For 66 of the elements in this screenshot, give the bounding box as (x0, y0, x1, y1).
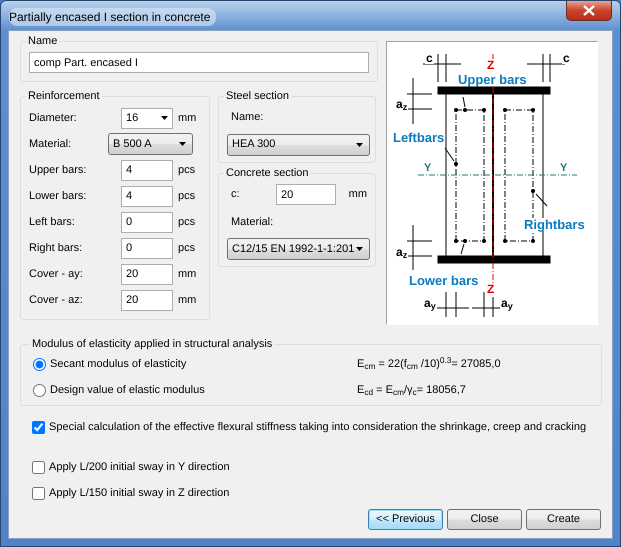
field-label: Upper bars: (29, 162, 88, 178)
caret-icon (356, 142, 363, 146)
group-label: Concrete section (225, 166, 310, 180)
field-label: Right bars: (29, 240, 84, 256)
field-label: Cover - ay: (29, 266, 84, 282)
bar-label: Lower bars (408, 274, 480, 287)
unit-label: mm (348, 187, 367, 202)
checkbox-label: Apply L/200 initial sway in Y direction (49, 460, 230, 475)
option-label: Secant modulus of elasticity (50, 356, 186, 372)
dialog-button[interactable]: Create (526, 509, 601, 530)
number-field[interactable]: 20 (276, 184, 336, 205)
close-icon (583, 5, 595, 16)
close-button[interactable] (566, 1, 612, 21)
axis-label: Z (486, 59, 496, 71)
number-field[interactable]: 0 (121, 238, 173, 258)
group-label: Name (27, 35, 58, 48)
bar-label: Leftbars (392, 131, 446, 144)
section-dropdown[interactable]: HEA 300 (227, 134, 370, 156)
group-label: Reinforcement (27, 90, 101, 103)
caret-icon (179, 142, 186, 146)
field-label: Lower bars: (29, 188, 88, 204)
unit-label: pcs (177, 240, 196, 256)
axis-label: Y (559, 163, 568, 174)
field-label: Material: (231, 214, 274, 230)
group-label: Steel section (225, 90, 290, 103)
formula-text: E$_{cm}$ = 22(f$_{cm}$ /10)$^{0.3}$= 27085,0 (357, 356, 502, 372)
dialog-button[interactable]: Close (447, 509, 522, 530)
axis-label: Z (486, 283, 496, 295)
formula-text: E$_{cd}$ = E$_{cm}$/γ$_{c}$= 18056,7 (357, 382, 467, 398)
number-field[interactable]: 20 (121, 290, 173, 310)
checkbox-label: Apply L/150 initial sway in Z direction (49, 486, 230, 501)
caret-icon (356, 247, 363, 251)
field-label: Cover - az: (29, 292, 84, 308)
field-label: c: (230, 187, 241, 202)
axis-label: Y (423, 163, 432, 174)
caret-icon (161, 116, 168, 120)
bar-label: Upper bars (457, 73, 528, 86)
radio-button[interactable] (33, 384, 46, 396)
unit-label: pcs (177, 162, 196, 178)
group-label: Modulus of elasticity applied in structural analysis (31, 338, 274, 351)
radio-button[interactable] (33, 358, 46, 370)
unit-label: pcs (177, 214, 196, 230)
unit-label: pcs (177, 188, 196, 204)
option-label: Design value of elastic modulus (50, 382, 205, 398)
material-dropdown[interactable]: B 500 A (108, 133, 193, 155)
number-field[interactable]: 0 (121, 212, 173, 232)
unit-label: mm (177, 292, 198, 308)
unit-label: mm (177, 266, 198, 282)
checkbox[interactable] (32, 420, 45, 434)
number-field[interactable]: 4 (121, 186, 173, 206)
field-label: Name: (231, 110, 264, 125)
dialog-button[interactable]: << Previous (368, 509, 443, 530)
field-label: Diameter: (29, 110, 78, 126)
name-field[interactable]: comp Part. encased I (29, 52, 369, 73)
unit-label: mm (177, 110, 198, 126)
window-title: Partially encased I section in concrete (9, 8, 216, 26)
checkbox-label: Special calculation of the effective flexural stiffness taking into consideration the shrinkage, creep and cracking (49, 420, 586, 435)
checkbox[interactable] (32, 460, 45, 474)
checkbox[interactable] (32, 486, 45, 500)
field-label: Left bars: (29, 214, 76, 230)
bar-label: Rightbars (523, 218, 586, 231)
number-field[interactable]: 4 (121, 160, 173, 180)
material-dropdown[interactable]: C12/15 EN 1992-1-1:201 (227, 238, 370, 260)
field-label: Material: (29, 136, 72, 152)
number-field[interactable]: 20 (121, 264, 173, 284)
combo-field[interactable]: 16 (121, 108, 173, 128)
